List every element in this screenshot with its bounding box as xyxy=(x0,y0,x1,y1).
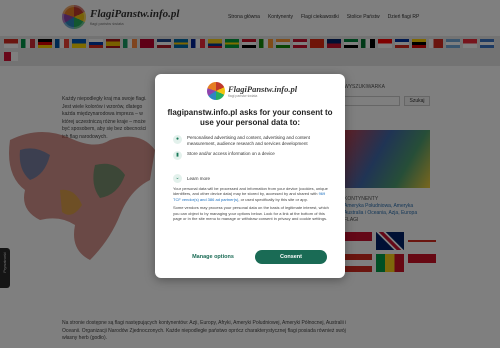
chevron-down-icon: ⌄ xyxy=(173,174,182,183)
consent-body-paragraph: Some vendors may process your personal d… xyxy=(173,205,329,222)
dialog-logo-subtitle: flagi państw świata xyxy=(228,94,258,98)
learn-more-toggle[interactable]: ⌄ Learn more xyxy=(173,174,210,183)
consent-purposes: ● Personalised advertising and content, … xyxy=(173,135,333,164)
learn-more-label: Learn more xyxy=(187,176,211,181)
consent-title: flagipanstw.info.pl asks for your consen… xyxy=(167,108,333,127)
purpose-text: Store and/or access information on a dev… xyxy=(187,151,275,156)
purpose-text: Personalised advertising and content, ad… xyxy=(187,135,310,146)
purpose-item: ● Personalised advertising and content, … xyxy=(173,135,333,147)
consent-button[interactable]: Consent xyxy=(255,250,327,264)
manage-options-button[interactable]: Manage options xyxy=(173,250,253,264)
consent-body: Your personal data will be processed and… xyxy=(173,186,333,224)
body-text: Your personal data will be processed and… xyxy=(173,186,328,197)
consent-body-paragraph: Your personal data will be processed and… xyxy=(173,186,333,202)
dialog-logo-title: FlagiPanstw.info.pl xyxy=(228,84,298,94)
person-icon: ● xyxy=(173,135,182,144)
body-text: , or used specifically by this site or a… xyxy=(238,196,308,202)
globe-logo-icon xyxy=(207,82,225,100)
purpose-item: ▮ Store and/or access information on a d… xyxy=(173,151,333,160)
dialog-logo: FlagiPanstw.info.pl flagi państw świata xyxy=(207,82,297,100)
consent-dialog: FlagiPanstw.info.pl flagi państw świata … xyxy=(155,74,345,278)
device-icon: ▮ xyxy=(173,151,182,160)
